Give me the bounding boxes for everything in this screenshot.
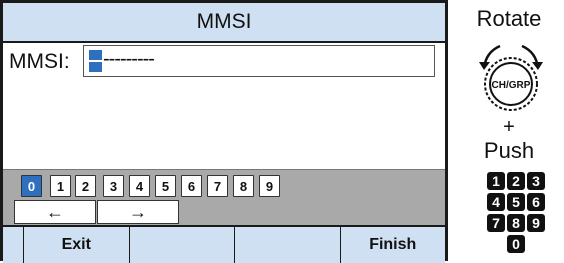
push-text: Push <box>483 138 535 163</box>
key-5[interactable]: 5 <box>155 175 176 197</box>
digit-row-3: 7 8 9 <box>487 214 557 232</box>
digit-row-2: 4 5 6 <box>487 193 557 211</box>
ch-grp-knob-icon: CH/GRP <box>479 44 543 111</box>
key-2[interactable]: 2 <box>75 175 96 197</box>
screen-title: MMSI <box>3 3 445 43</box>
digit-key-7: 7 <box>487 214 505 232</box>
digit-key-1: 1 <box>487 172 505 190</box>
digit-row-4: 0 <box>507 235 564 253</box>
rotate-text: Rotate <box>476 6 542 31</box>
arrow-right-key[interactable]: → <box>97 200 179 224</box>
digit-key-2: 2 <box>507 172 525 190</box>
key-3[interactable]: 3 <box>103 175 124 197</box>
input-cursor <box>89 50 102 72</box>
digit-key-6: 6 <box>527 193 545 211</box>
key-7[interactable]: 7 <box>207 175 228 197</box>
key-4[interactable]: 4 <box>129 175 150 197</box>
key-0[interactable]: 0 <box>21 175 42 197</box>
mmsi-row: MMSI: <box>9 45 76 79</box>
knob-label: CH/GRP <box>492 80 531 91</box>
softkey-blank-2[interactable] <box>235 227 341 263</box>
digit-key-3: 3 <box>527 172 545 190</box>
digit-keypad: 0 1 2 3 4 5 6 7 8 9 ← → <box>3 169 445 226</box>
digit-key-9: 9 <box>527 214 545 232</box>
key-8[interactable]: 8 <box>233 175 254 197</box>
digit-key-5: 5 <box>507 193 525 211</box>
exit-button[interactable]: Exit <box>24 227 130 263</box>
key-6[interactable]: 6 <box>181 175 202 197</box>
plus-text: + <box>503 116 515 138</box>
softkey-blank-1[interactable] <box>130 227 235 263</box>
mmsi-label: MMSI: <box>9 50 70 73</box>
mmsi-input[interactable]: --------- <box>83 45 435 77</box>
arrow-left-key[interactable]: ← <box>14 200 96 224</box>
finish-button[interactable]: Finish <box>341 227 446 263</box>
key-1[interactable]: 1 <box>50 175 71 197</box>
instruction-panel: Rotate CH/GRP + Push 1 2 3 4 5 6 7 8 9 0 <box>454 0 564 261</box>
lcd-screen: MMSI MMSI: --------- 0 1 2 3 4 5 6 7 8 9… <box>0 0 448 263</box>
digit-key-8: 8 <box>507 214 525 232</box>
softkey-spacer <box>3 227 24 263</box>
digit-key-0: 0 <box>507 235 525 253</box>
key-9[interactable]: 9 <box>259 175 280 197</box>
mmsi-value: --------- <box>103 48 155 70</box>
softkey-bar: Exit Finish <box>3 225 445 263</box>
digit-row-1: 1 2 3 <box>487 172 557 190</box>
digit-key-4: 4 <box>487 193 505 211</box>
